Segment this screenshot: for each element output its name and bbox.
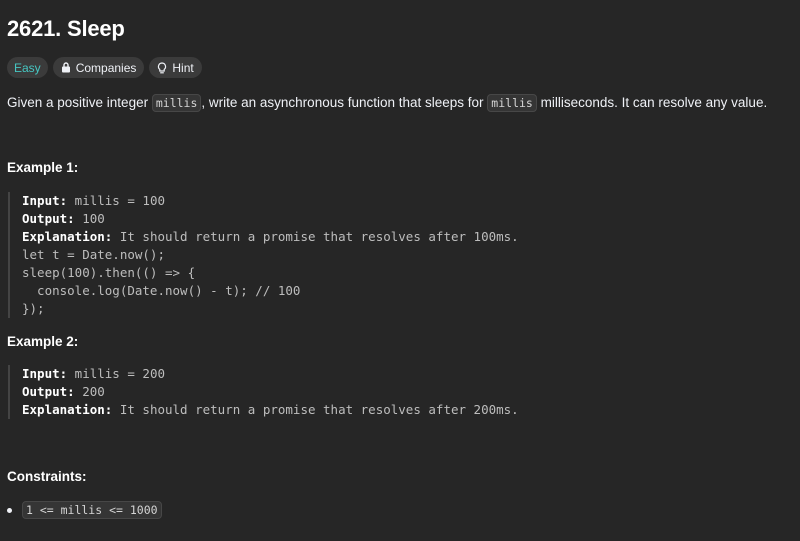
input-value: millis = 200 bbox=[67, 366, 165, 381]
example-2-block: Input: millis = 200 Output: 200 Explanat… bbox=[8, 365, 519, 419]
input-label: Input: bbox=[22, 193, 68, 208]
constraints-heading: Constraints: bbox=[7, 469, 87, 484]
explanation-code-line: let t = Date.now(); bbox=[22, 247, 165, 262]
companies-button[interactable]: Companies bbox=[52, 57, 145, 78]
bullet-icon bbox=[7, 507, 12, 513]
example-1-heading: Example 1: bbox=[7, 160, 79, 175]
explanation-label: Explanation: bbox=[22, 229, 113, 244]
input-value: millis = 100 bbox=[67, 193, 165, 208]
problem-title[interactable]: 2621. Sleep bbox=[7, 16, 125, 42]
output-value: 100 bbox=[74, 211, 105, 226]
explanation-text: It should return a promise that resolves… bbox=[112, 402, 519, 417]
output-label: Output: bbox=[22, 211, 75, 226]
problem-tags: Easy Companies Hint bbox=[7, 57, 202, 78]
hint-label: Hint bbox=[172, 60, 194, 75]
explanation-text: It should return a promise that resolves… bbox=[112, 229, 519, 244]
lightbulb-icon bbox=[157, 61, 167, 74]
input-label: Input: bbox=[22, 366, 68, 381]
hint-button[interactable]: Hint bbox=[149, 57, 202, 78]
problem-statement: Given a positive integer millis, write a… bbox=[7, 93, 767, 113]
companies-label: Companies bbox=[75, 60, 137, 75]
example-2-heading: Example 2: bbox=[7, 334, 79, 349]
inline-code-millis: millis bbox=[151, 94, 202, 112]
constraints-list: 1 <= millis <= 1000 bbox=[7, 501, 162, 519]
constraint-item: 1 <= millis <= 1000 bbox=[22, 501, 162, 519]
explanation-code-line: sleep(100).then(() => { bbox=[22, 265, 196, 280]
difficulty-label: Easy bbox=[14, 60, 41, 75]
statement-text: Given a positive integer bbox=[7, 95, 152, 110]
output-label: Output: bbox=[22, 384, 75, 399]
statement-text: , write an asynchronous function that sl… bbox=[201, 95, 488, 110]
example-1-block: Input: millis = 100 Output: 100 Explanat… bbox=[8, 192, 519, 318]
difficulty-badge: Easy bbox=[7, 57, 48, 78]
output-value: 200 bbox=[74, 384, 105, 399]
statement-text: milliseconds. It can resolve any value. bbox=[536, 95, 768, 110]
lock-icon bbox=[61, 62, 71, 73]
explanation-label: Explanation: bbox=[22, 402, 113, 417]
explanation-code-line: }); bbox=[22, 301, 45, 316]
inline-code-millis: millis bbox=[487, 94, 537, 112]
explanation-code-line: console.log(Date.now() - t); // 100 bbox=[22, 283, 301, 298]
